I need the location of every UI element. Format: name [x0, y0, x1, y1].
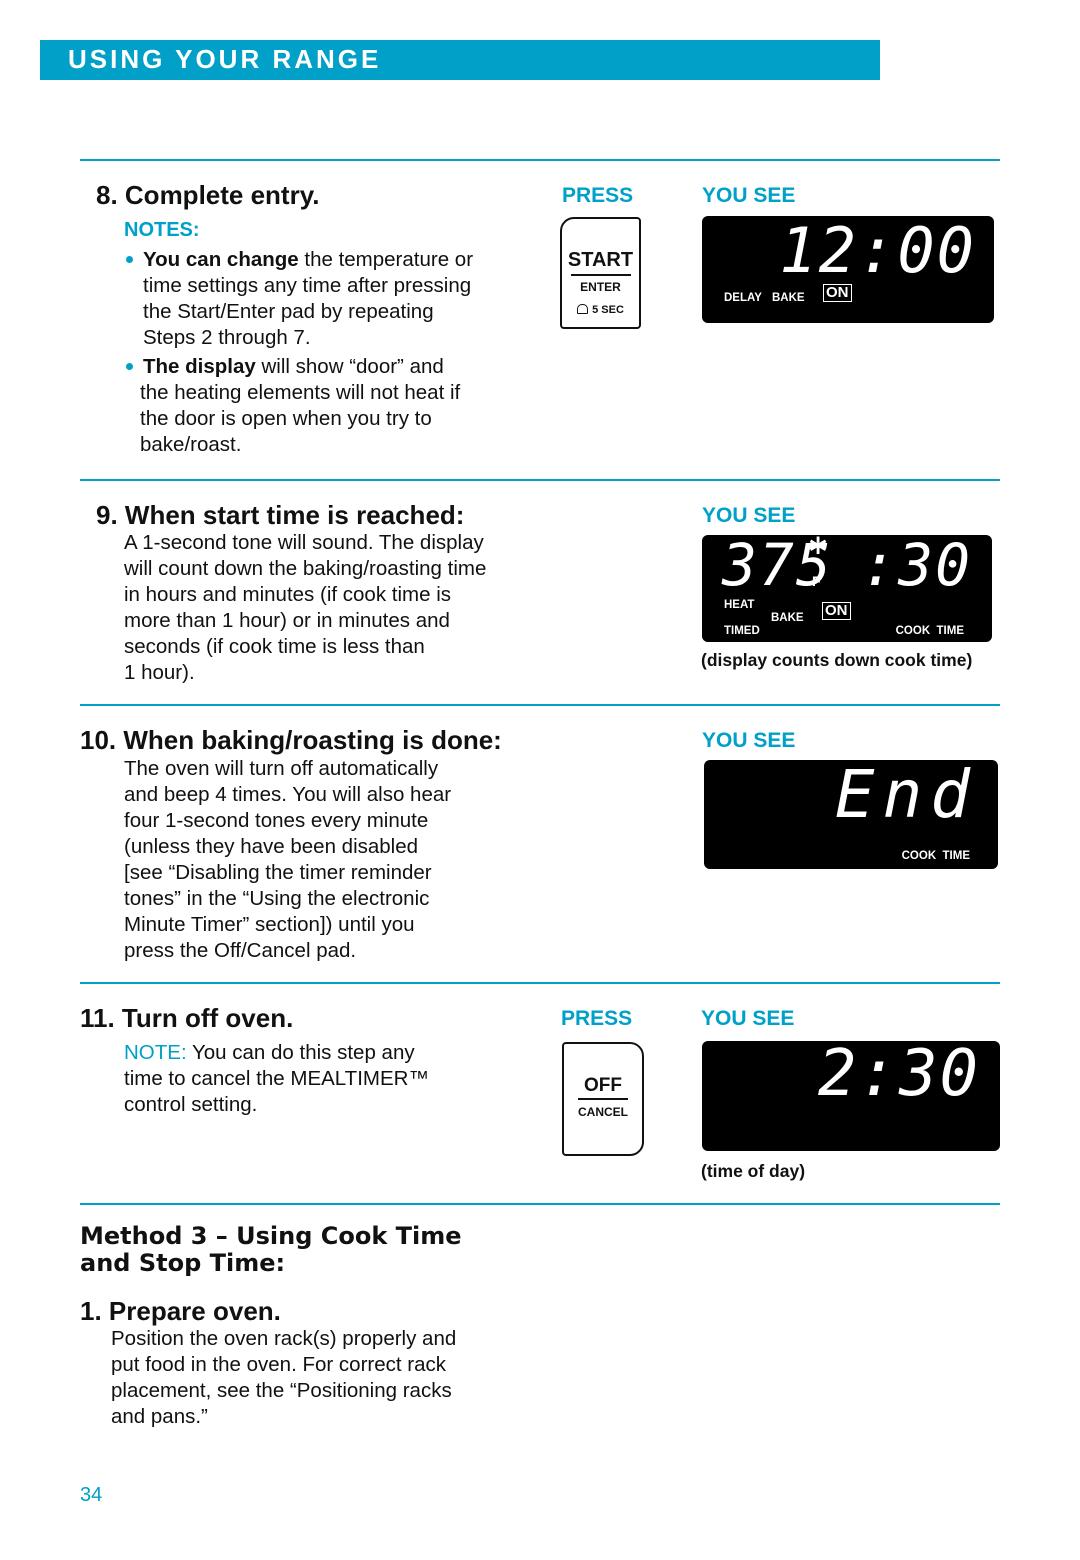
cancel-label: CANCEL — [578, 1105, 628, 1119]
step-9-body: A 1-second tone will sound. The display w… — [124, 530, 486, 686]
display-label-bake: BAKE — [772, 292, 805, 304]
step-10-body: The oven will turn off automatically and … — [124, 756, 451, 964]
display-on-indicator: ON — [822, 602, 851, 620]
note-line: the door is open when you try to — [140, 407, 432, 430]
body-line: 1 hour). — [124, 661, 195, 684]
display-label-delay: DELAY — [724, 292, 762, 304]
display-375-30: 375 ✲ F :30 HEAT TIMED BAKE ON COOK TIME — [702, 531, 992, 642]
body-line: Position the oven rack(s) properly and — [111, 1327, 457, 1350]
step-11-heading: 11. Turn off oven. — [80, 1003, 294, 1033]
body-line: in hours and minutes (if cook time is — [124, 583, 451, 606]
divider — [80, 704, 1000, 706]
method-title-line: and Stop Time: — [80, 1249, 286, 1277]
body-line: press the Off/Cancel pad. — [124, 939, 357, 962]
page-number: 34 — [80, 1484, 103, 1506]
start-enter-pad[interactable]: START ENTER 5 SEC — [560, 217, 641, 329]
body-line: more than 1 hour) or in minutes and — [124, 609, 450, 632]
note-2-bold: The display — [143, 355, 256, 378]
body-line: and pans.” — [111, 1405, 208, 1428]
note-line: time settings any time after pressing — [143, 274, 472, 297]
display-end: End COOK TIME — [704, 756, 998, 869]
body-line: and beep 4 times. You will also hear — [124, 783, 452, 806]
display-on-indicator: ON — [823, 284, 852, 302]
display-label-heat: HEAT — [724, 599, 755, 611]
pad-divider — [570, 274, 631, 276]
note-line: control setting. — [124, 1093, 258, 1116]
display-digits: 2:30 — [817, 1037, 980, 1111]
display-label-bake: BAKE — [771, 612, 804, 624]
divider — [80, 1203, 1000, 1205]
display-caption: (time of day) — [701, 1161, 806, 1181]
body-line: A 1-second tone will sound. The display — [124, 531, 484, 554]
method-step-1-body: Position the oven rack(s) properly and pu… — [111, 1326, 456, 1430]
body-line: put food in the oven. For correct rack — [111, 1353, 446, 1376]
off-label: OFF — [584, 1075, 622, 1096]
you-see-label: YOU SEE — [702, 504, 796, 527]
start-label: START — [567, 249, 634, 271]
off-cancel-pad[interactable]: OFF CANCEL — [562, 1042, 644, 1156]
display-label-cook-time: COOK TIME — [901, 850, 970, 862]
note-line: the Start/Enter pad by repeating — [143, 300, 434, 323]
bullet-icon — [126, 363, 133, 370]
pad-divider — [578, 1098, 628, 1100]
display-caption: (display counts down cook time) — [701, 650, 973, 670]
note-line: Steps 2 through 7. — [143, 326, 311, 349]
display-time: :30 — [861, 531, 972, 599]
body-line: Minute Timer” section]) until you — [124, 913, 415, 936]
note-line: bake/roast. — [140, 433, 242, 456]
note-1-bold: You can change — [143, 248, 299, 271]
sun-icon: ✲ — [808, 533, 829, 560]
step-9-heading: 9. When start time is reached: — [96, 500, 465, 530]
note-1: You can change the temperature or time se… — [143, 247, 473, 351]
display-unit: F — [812, 573, 821, 589]
display-digits: End — [834, 756, 978, 833]
body-line: [see “Disabling the timer reminder — [124, 861, 432, 884]
you-see-label: YOU SEE — [702, 184, 796, 207]
section-banner: USING YOUR RANGE — [40, 40, 880, 80]
display-12-00: 12:00 DELAY BAKE ON — [702, 214, 994, 323]
body-line: will count down the baking/roasting time — [124, 557, 487, 580]
body-line: tones” in the “Using the electronic — [124, 887, 430, 910]
display-2-30: 2:30 — [702, 1037, 1000, 1151]
enter-label: ENTER — [580, 280, 621, 294]
lock-label: 5 SEC — [592, 304, 624, 316]
display-label-timed: TIMED — [724, 625, 760, 637]
press-label: PRESS — [562, 184, 634, 207]
section-title: USING YOUR RANGE — [68, 44, 382, 74]
note-line: You can do this step any — [186, 1041, 415, 1064]
method-title-line: Method 3 – Using Cook Time — [80, 1222, 462, 1250]
note-line: the heating elements will not heat if — [140, 381, 461, 404]
method-3-title: Method 3 – Using Cook Time and Stop Time: — [80, 1223, 462, 1277]
body-line: The oven will turn off automatically — [124, 757, 439, 780]
display-digits: 12:00 — [779, 214, 976, 287]
body-line: four 1-second tones every minute — [124, 809, 429, 832]
divider — [80, 982, 1000, 984]
note-label: NOTE: — [124, 1041, 187, 1064]
bullet-icon — [126, 256, 133, 263]
step-8-heading: 8. Complete entry. — [96, 180, 320, 210]
step-10-heading: 10. When baking/roasting is done: — [80, 725, 502, 755]
body-line: placement, see the “Positioning racks — [111, 1379, 452, 1402]
divider — [80, 479, 1000, 481]
lock-icon — [577, 304, 589, 314]
divider — [80, 159, 1000, 161]
display-label-cook-time: COOK TIME — [895, 625, 964, 637]
you-see-label: YOU SEE — [701, 1007, 795, 1030]
note-line: time to cancel the MEALTIMER™ — [124, 1067, 429, 1090]
note-1-text: the temperature or — [298, 248, 474, 271]
body-line: (unless they have been disabled — [124, 835, 419, 858]
step-11-note: NOTE: You can do this step any time to ca… — [124, 1040, 429, 1118]
press-label: PRESS — [561, 1007, 633, 1030]
notes-label: NOTES: — [124, 219, 200, 241]
note-2-text: will show “door” and — [255, 355, 444, 378]
method-step-1-heading: 1. Prepare oven. — [80, 1296, 281, 1326]
you-see-label: YOU SEE — [702, 729, 796, 752]
note-2: The display will show “door” and the heat… — [140, 354, 461, 458]
body-line: seconds (if cook time is less than — [124, 635, 425, 658]
